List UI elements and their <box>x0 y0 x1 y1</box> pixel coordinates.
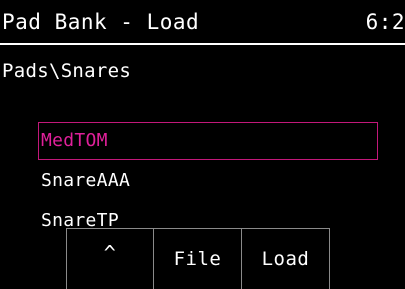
softkey-bar: ^ File Load <box>66 228 403 289</box>
page-title: Pad Bank - Load <box>2 10 200 34</box>
header-bar: Pad Bank - Load 6:2 <box>0 0 405 42</box>
caret-up-icon: ^ <box>103 241 117 265</box>
clock-readout: 6:2 <box>365 10 405 34</box>
file-button[interactable]: File <box>154 228 242 289</box>
file-item-snareaaa[interactable]: SnareAAA <box>38 162 378 202</box>
header-divider <box>0 43 405 45</box>
file-list: MedTOM SnareAAA SnareTP <box>38 122 378 242</box>
folder-path: Pads\Snares <box>2 60 132 82</box>
device-screen: Pad Bank - Load 6:2 Pads\Snares MedTOM S… <box>0 0 405 289</box>
file-item-medtom[interactable]: MedTOM <box>38 122 378 160</box>
load-button[interactable]: Load <box>242 228 330 289</box>
up-folder-button[interactable]: ^ <box>66 228 154 289</box>
